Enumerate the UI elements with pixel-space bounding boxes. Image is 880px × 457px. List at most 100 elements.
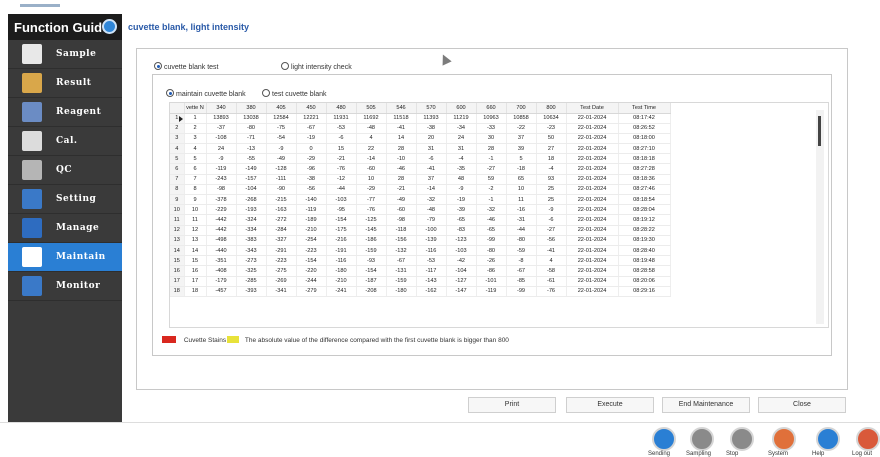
table-row[interactable]: 16 16 -408 -325 -275 -220 -180 -154 -131 -117 -104… [170, 265, 671, 277]
help-icon[interactable] [816, 427, 840, 451]
maintain-icon [22, 247, 42, 267]
radio-icon [281, 62, 289, 70]
tab-light-intensity-check[interactable]: light intensity check [281, 62, 352, 71]
table-cell: 08:19:30 [618, 235, 671, 246]
subtab-maintain-cuvette-blank[interactable]: maintain cuvette blank [166, 89, 246, 98]
column-header: 480 [326, 103, 357, 114]
sidebar: Function Guide Sample Result Reagent Cal. QC… [8, 14, 122, 422]
table-cell: -21 [386, 184, 417, 196]
table-cell: -325 [236, 265, 267, 277]
table-cell: -149 [236, 163, 267, 175]
table-cell: -99 [476, 235, 507, 246]
table-cell: 10 [184, 204, 207, 216]
table-cell: -9 [206, 153, 237, 165]
table-cell: -175 [326, 225, 357, 236]
table-cell: -39 [446, 204, 477, 216]
row-header: 3 [170, 133, 185, 145]
column-header: 800 [536, 103, 567, 114]
table-cell: 7 [184, 174, 207, 185]
table-row[interactable]: 14 14 -440 -343 -291 -223 -191 -159 -132 -116 -103… [170, 245, 671, 257]
sidebar-item-cal[interactable]: Cal. [8, 127, 122, 156]
table-row[interactable]: 5 5 -9 -55 -49 -29 -21 -14 -10 -6 -4 -1 5 18 22-01-202… [170, 153, 671, 165]
sidebar-item-maintain[interactable]: Maintain [8, 243, 122, 272]
table-cell: -85 [506, 276, 537, 287]
close-button[interactable]: Close [758, 397, 846, 413]
scrollbar-thumb[interactable] [818, 116, 821, 146]
table-cell: 10963 [476, 113, 507, 124]
table-cell: -351 [206, 255, 237, 267]
table-cell: -60 [356, 163, 387, 175]
table-cell: -210 [326, 276, 357, 287]
table-cell: 22-01-2024 [566, 133, 619, 145]
print-button[interactable]: Print [468, 397, 556, 413]
system-icon[interactable] [772, 427, 796, 451]
pause-icon[interactable] [690, 427, 714, 451]
table-cell: -46 [476, 214, 507, 226]
logout-icon[interactable] [856, 427, 880, 451]
table-cell: -284 [266, 225, 297, 236]
table-row[interactable]: 6 6 -119 -149 -128 -96 -76 -60 -46 -41 -35 -27 -18 -4… [170, 163, 671, 175]
end-maintenance-button[interactable]: End Maintenance [662, 397, 750, 413]
table-row[interactable]: 2 2 -37 -80 -75 -67 -53 -48 -41 -38 -34 -33 -22 -23 22… [170, 123, 671, 134]
table-cell: -10 [386, 153, 417, 165]
table-cell: -14 [356, 153, 387, 165]
table-cell: -117 [416, 265, 447, 277]
sidebar-item-reagent[interactable]: Reagent [8, 98, 122, 127]
column-header: 660 [476, 103, 507, 114]
table-cell: 13038 [236, 113, 267, 124]
execute-button[interactable]: Execute [566, 397, 654, 413]
table-row[interactable]: 4 4 24 -13 -9 0 15 22 28 31 31 28 39 27 22-01-2024 08:2… [170, 143, 671, 155]
subtab-test-cuvette-blank[interactable]: test cuvette blank [262, 89, 326, 98]
sidebar-item-monitor[interactable]: Monitor [8, 272, 122, 301]
row-header: 2 [170, 123, 185, 134]
help-icon[interactable] [102, 19, 117, 34]
table-cell: 10634 [536, 113, 567, 124]
table-row[interactable]: 11 11 -442 -324 -272 -189 -154 -125 -98 -79 -65 -46… [170, 214, 671, 226]
table-cell: -60 [386, 204, 417, 216]
play-icon[interactable] [652, 427, 676, 451]
cuvette-table[interactable]: vette N 340 380 405 450 480 505 546 570 600 660 700… [169, 102, 829, 328]
toolbar-label: Help [812, 451, 825, 457]
table-row[interactable]: 13 13 -498 -383 -327 -254 -216 -186 -156 -139 -123… [170, 235, 671, 246]
sidebar-item-sample[interactable]: Sample [8, 40, 122, 69]
table-row[interactable]: 18 18 -457 -393 -341 -279 -241 -208 -180 -162 -147… [170, 286, 671, 297]
table-row[interactable]: 12 12 -442 -334 -284 -210 -175 -145 -118 -100 -83-… [170, 225, 671, 236]
sidebar-item-setting[interactable]: Setting [8, 185, 122, 214]
table-cell: 28 [386, 174, 417, 185]
table-cell: -27 [476, 163, 507, 175]
table-cell: -254 [296, 235, 327, 246]
stop-icon[interactable] [730, 427, 754, 451]
table-cell: -41 [386, 123, 417, 134]
table-cell: -193 [236, 204, 267, 216]
stain-swatch [162, 336, 176, 343]
table-row[interactable]: 10 10 -229 -193 -163 -119 -95 -76 -60 -48 -39 -32 -1… [170, 204, 671, 216]
tab-cuvette-blank-test[interactable]: cuvette blank test [154, 62, 218, 71]
sidebar-item-manage[interactable]: Manage [8, 214, 122, 243]
table-row[interactable]: 8 8 -98 -104 -90 -56 -44 -29 -21 -14 -9 -2 10 25 22-01… [170, 184, 671, 196]
table-scrollbar[interactable] [816, 110, 824, 324]
table-cell: -393 [236, 286, 267, 297]
table-cell: 11393 [416, 113, 447, 124]
table-cell: -241 [326, 286, 357, 297]
table-cell: -324 [236, 214, 267, 226]
sidebar-item-result[interactable]: Result [8, 69, 122, 98]
table-row[interactable]: 15 15 -351 -273 -223 -154 -116 -93 -67 -53 -42 -26-… [170, 255, 671, 267]
table-cell: -42 [446, 255, 477, 267]
table-row[interactable]: 17 17 -179 -285 -269 -244 -210 -187 -159 -143 -127… [170, 276, 671, 287]
table-row[interactable]: 7 7 -243 -157 -111 -38 -12 10 28 37 48 59 65 93 22-01-… [170, 174, 671, 185]
table-cell: 08:17:42 [618, 113, 671, 124]
table-cell: -378 [206, 194, 237, 206]
table-row[interactable]: 1 1 13893 13038 12584 12221 11931 11692 11518 113… [170, 113, 671, 124]
table-cell: 18 [536, 153, 567, 165]
table-cell: -93 [356, 255, 387, 267]
table-cell: -38 [416, 123, 447, 134]
table-cell: -8 [506, 255, 537, 267]
subtab-label: maintain cuvette blank [176, 91, 246, 98]
toolbar-label: System [768, 451, 789, 457]
table-cell: -163 [266, 204, 297, 216]
sidebar-item-qc[interactable]: QC [8, 156, 122, 185]
table-row[interactable]: 9 9 -378 -268 -215 -140 -103 -77 -49 -32 -19 -1 11 25… [170, 194, 671, 206]
table-cell: 22-01-2024 [566, 286, 619, 297]
table-cell: -99 [506, 286, 537, 297]
table-row[interactable]: 3 3 -108 -71 -54 -19 -6 4 14 20 24 30 37 50 22-01-2024… [170, 133, 671, 145]
